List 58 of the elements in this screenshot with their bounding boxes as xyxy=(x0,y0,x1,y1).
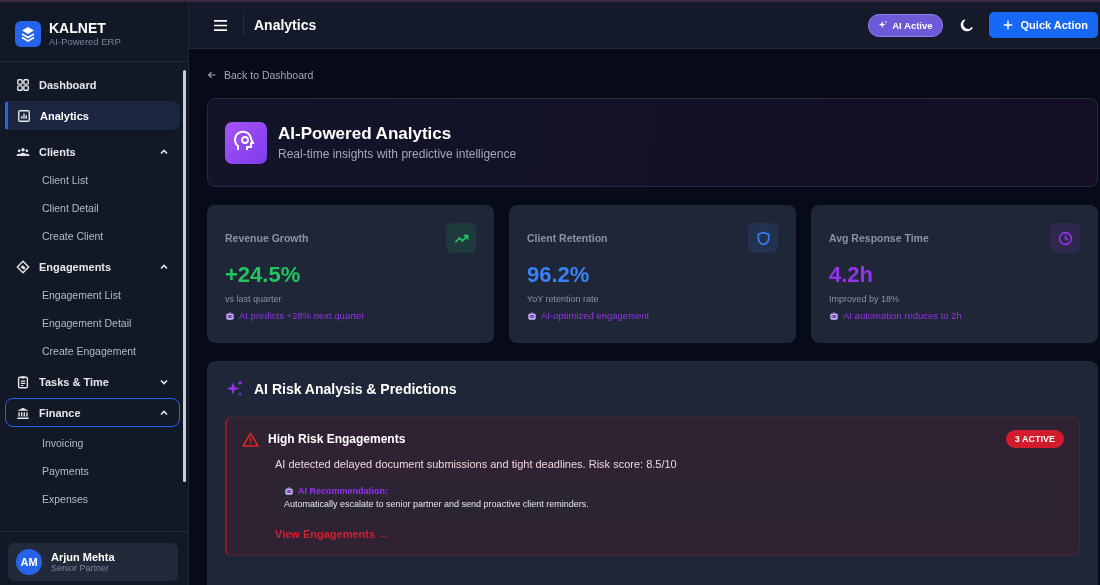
menu-icon[interactable] xyxy=(213,18,228,32)
stat-value: +24.5% xyxy=(225,262,302,288)
nav-subitem[interactable]: Client Detail xyxy=(5,194,180,222)
nav-subitem[interactable]: Expenses xyxy=(5,485,180,513)
logo-icon xyxy=(15,20,41,47)
chart-icon xyxy=(17,108,31,123)
clipboard-icon xyxy=(16,374,30,389)
page-title: Analytics xyxy=(254,17,317,33)
robot-icon xyxy=(284,486,294,496)
back-link[interactable]: Back to Dashboard xyxy=(207,69,1098,81)
recommendation-text: Automatically escalate to senior partner and send proactive client reminders. xyxy=(284,499,590,509)
user-role: Senior Partner xyxy=(51,563,111,573)
arrow-left-icon xyxy=(207,70,217,80)
ai-note: AI automation reduces to 2h xyxy=(843,310,962,321)
nav-subitem[interactable]: Invoicing xyxy=(5,429,180,457)
quick-action-button[interactable]: Quick Action xyxy=(988,12,1098,38)
nav-group[interactable]: Engagements xyxy=(5,252,180,281)
stat-label: Avg Response Time xyxy=(829,232,929,244)
nav-subitem[interactable]: Payments xyxy=(5,457,180,485)
bank-icon xyxy=(16,405,30,420)
hero-subtitle: Real-time insights with predictive intelligence xyxy=(278,147,517,161)
nav-item[interactable]: Analytics xyxy=(5,101,180,130)
nav-group[interactable]: Clients xyxy=(5,137,180,166)
stat-note: YoY retention rate xyxy=(527,294,600,304)
stat-label: Revenue Growth xyxy=(225,232,309,244)
nav-subitem[interactable]: Engagement Detail xyxy=(5,309,180,337)
scrollbar[interactable] xyxy=(183,70,186,482)
avatar: AM xyxy=(16,549,42,575)
head-gear-icon xyxy=(225,121,267,164)
stat-label: Client Retention xyxy=(527,232,608,244)
moon-icon[interactable] xyxy=(958,17,974,33)
nav-subitem[interactable]: Engagement List xyxy=(5,281,180,309)
stat-note: vs last quarter xyxy=(225,294,283,304)
user-name: Arjun Mehta xyxy=(51,551,115,563)
status-badge: 3 ACTIVE xyxy=(1005,430,1064,448)
alert-title: High Risk Engagements xyxy=(268,432,406,446)
alert-text: AI detected delayed document submissions and tight deadlines. Risk score: 8.5/10 xyxy=(275,458,678,470)
brand-tagline: AI-Powered ERP xyxy=(49,36,121,47)
ai-status-badge: AI Active xyxy=(868,13,943,37)
recommendation-label: AI Recommendation: xyxy=(298,486,388,496)
ai-note: AI-optimized engagement xyxy=(541,310,650,321)
nav-group[interactable]: Tasks & Time xyxy=(5,367,180,396)
plus-icon xyxy=(1002,20,1013,30)
nav-subitem[interactable]: Create Client xyxy=(5,222,180,250)
section-title: AI Risk Analysis & Predictions xyxy=(254,381,457,397)
user-card[interactable]: AM Arjun Mehta Senior Partner xyxy=(8,543,178,581)
stat-value: 4.2h xyxy=(829,262,875,288)
nav-group[interactable]: Finance xyxy=(5,398,180,427)
nav-subitem[interactable]: Client List xyxy=(5,166,180,194)
warning-icon xyxy=(242,431,259,447)
brand-name: KALNET xyxy=(49,20,107,36)
grid-icon xyxy=(16,77,30,92)
stat-value: 96.2% xyxy=(527,262,591,288)
nav-subitem[interactable]: Create Engagement xyxy=(5,337,180,365)
stat-note: Improved by 18% xyxy=(829,294,901,304)
nav-item[interactable]: Dashboard xyxy=(5,70,180,99)
hero-title: AI-Powered Analytics xyxy=(278,124,453,144)
ai-note: AI predicts +28% next quarter xyxy=(239,310,365,321)
